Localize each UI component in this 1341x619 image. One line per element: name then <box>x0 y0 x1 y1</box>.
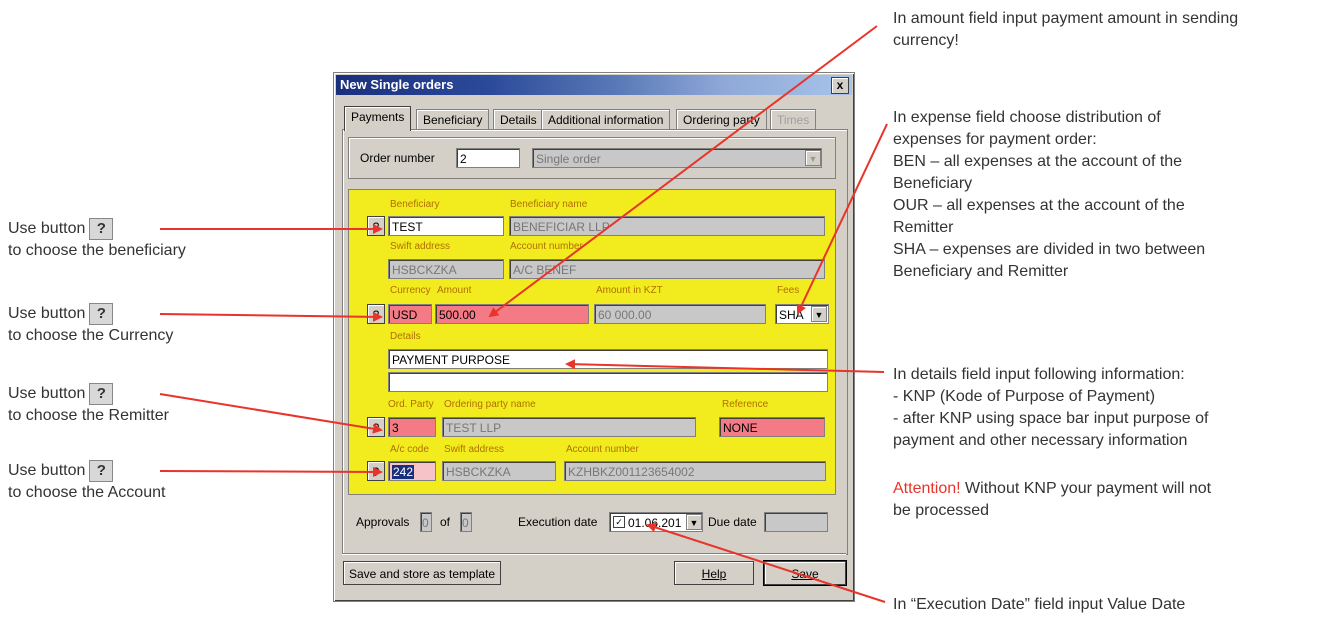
annotation-arrows <box>159 25 888 603</box>
tab-payments[interactable]: Payments <box>344 106 412 131</box>
